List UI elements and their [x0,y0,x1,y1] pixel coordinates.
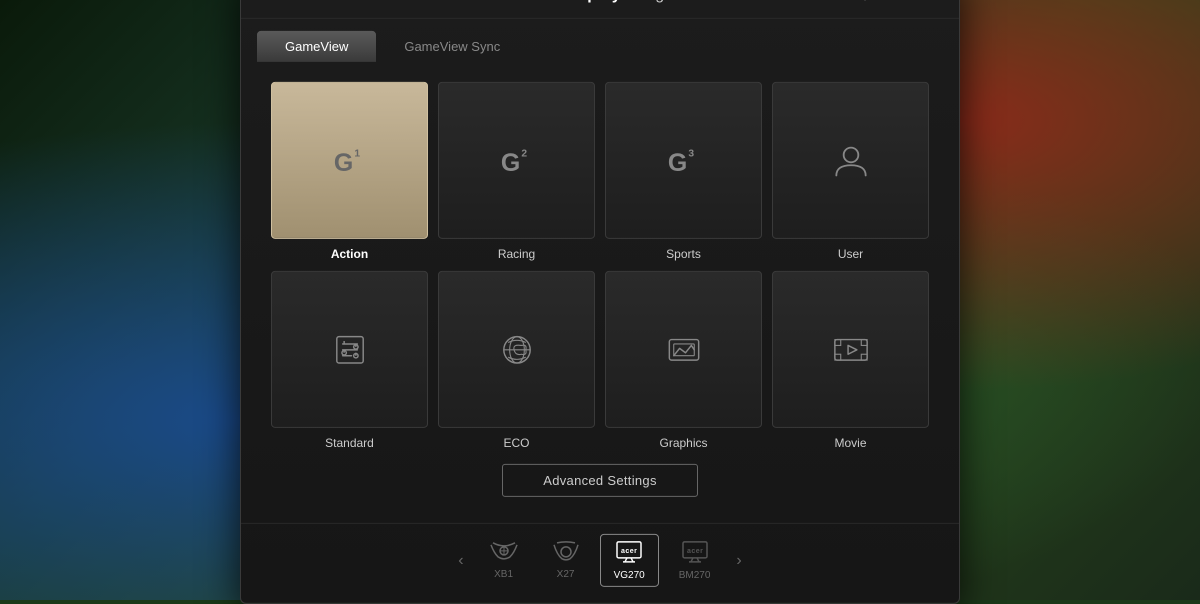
mode-label-eco: ECO [503,436,529,450]
mode-label-graphics: Graphics [659,436,707,450]
monitor-bar: ‹ XB1 X27 [241,523,959,603]
monitor-name-xb1: XB1 [494,569,513,580]
minimize-icon[interactable]: — [889,0,909,5]
settings-icon[interactable]: ⚙ [855,0,875,5]
mode-item-standard[interactable]: Standard [271,271,428,450]
tab-gameview-sync[interactable]: GameView Sync [376,31,528,62]
advanced-settings-row: Advanced Settings [271,464,929,497]
mode-item-racing[interactable]: G 2 Racing [438,82,595,261]
mode-label-action: Action [331,247,368,261]
svg-text:G: G [667,149,686,177]
monitor-next-button[interactable]: › [730,547,747,573]
sports-svg: G 3 [662,138,706,182]
standard-svg [328,327,372,371]
mode-label-racing: Racing [498,247,535,261]
svg-text:acer: acer [687,548,703,555]
svg-text:G: G [333,149,352,177]
mode-item-sports[interactable]: G 3 Sports [605,82,762,261]
mode-icon-graphics [605,271,762,428]
title-prefix: Acer [521,0,561,3]
title-bar: Acer Display Widget ⚙ — ✕ [241,0,959,19]
eco-svg [495,327,539,371]
mode-icon-standard [271,271,428,428]
mode-label-movie: Movie [834,436,866,450]
action-svg: G 1 [328,138,372,182]
svg-text:3: 3 [688,148,694,159]
svg-text:2: 2 [521,148,527,159]
svg-text:1: 1 [354,148,360,159]
monitor-item-x27[interactable]: X27 [538,535,594,586]
mode-label-sports: Sports [666,247,701,261]
mode-icon-user [772,82,929,239]
title-suffix: Widget [621,0,679,3]
monitor-icon-xb1 [490,541,518,567]
racing-svg: G 2 [495,138,539,182]
monitor-icon-bm270: acer [680,540,710,568]
monitor-name-bm270: BM270 [679,570,711,581]
user-svg [829,138,873,182]
svg-text:G: G [500,149,519,177]
tab-gameview[interactable]: GameView [257,31,376,62]
window-controls: ⚙ — ✕ [855,0,943,5]
mode-item-movie[interactable]: Movie [772,271,929,450]
widget-container: Acer Display Widget ⚙ — ✕ GameView GameV… [240,0,960,604]
tab-bar: GameView GameView Sync [241,19,959,62]
mode-item-graphics[interactable]: Graphics [605,271,762,450]
content-area: G 1 Action G 2 Racing [241,62,959,517]
mode-grid: G 1 Action G 2 Racing [271,82,929,450]
monitor-name-vg270: VG270 [614,570,645,581]
mode-icon-eco [438,271,595,428]
mode-item-user[interactable]: User [772,82,929,261]
monitor-name-x27: X27 [557,569,575,580]
mode-item-eco[interactable]: ECO [438,271,595,450]
monitor-item-xb1[interactable]: XB1 [476,535,532,586]
svg-text:acer: acer [621,548,637,555]
mode-icon-movie [772,271,929,428]
monitor-icon-vg270: acer [614,540,644,568]
monitor-icon-x27 [552,541,580,567]
mode-icon-action: G 1 [271,82,428,239]
monitor-item-bm270[interactable]: acer BM270 [665,534,725,587]
mode-icon-sports: G 3 [605,82,762,239]
monitor-item-vg270[interactable]: acer VG270 [600,534,659,587]
graphics-svg [662,327,706,371]
movie-svg [829,327,873,371]
title-bold: Display [561,0,621,3]
mode-icon-racing: G 2 [438,82,595,239]
advanced-settings-button[interactable]: Advanced Settings [502,464,698,497]
mode-label-standard: Standard [325,436,374,450]
monitor-prev-button[interactable]: ‹ [452,547,469,573]
widget-title: Acer Display Widget [521,0,679,4]
mode-item-action[interactable]: G 1 Action [271,82,428,261]
mode-label-user: User [838,247,863,261]
close-icon[interactable]: ✕ [923,0,943,5]
